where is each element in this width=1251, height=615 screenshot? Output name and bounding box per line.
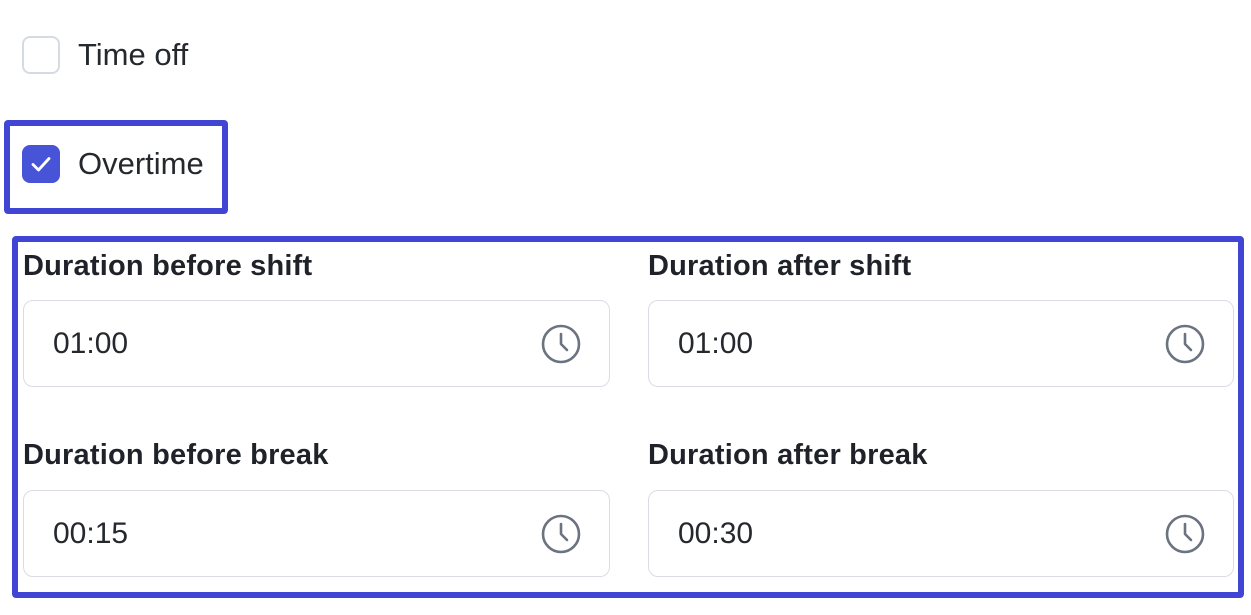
overtime-option[interactable]: Overtime bbox=[22, 145, 204, 183]
clock-icon[interactable] bbox=[539, 512, 583, 556]
duration-after-shift-value: 01:00 bbox=[678, 326, 754, 360]
duration-before-break-label: Duration before break bbox=[23, 439, 329, 471]
time-off-checkbox[interactable] bbox=[22, 36, 60, 74]
overtime-settings-panel: Time off Overtime Duration before shift … bbox=[0, 0, 1251, 615]
duration-before-shift-value: 01:00 bbox=[53, 326, 129, 360]
duration-after-shift-label: Duration after shift bbox=[648, 250, 912, 282]
duration-after-break-label: Duration after break bbox=[648, 439, 928, 471]
clock-icon[interactable] bbox=[539, 322, 583, 366]
time-off-label: Time off bbox=[78, 37, 189, 72]
checkmark-icon bbox=[31, 157, 51, 172]
duration-before-break-input[interactable]: 00:15 bbox=[23, 490, 610, 577]
duration-after-break-input[interactable]: 00:30 bbox=[648, 490, 1234, 577]
clock-icon[interactable] bbox=[1163, 322, 1207, 366]
duration-after-break-value: 00:30 bbox=[678, 516, 754, 550]
time-off-option[interactable]: Time off bbox=[22, 36, 188, 74]
overtime-label: Overtime bbox=[78, 146, 204, 181]
overtime-checkbox[interactable] bbox=[22, 145, 60, 183]
duration-before-break-value: 00:15 bbox=[53, 516, 129, 550]
duration-before-shift-label: Duration before shift bbox=[23, 250, 313, 282]
duration-after-shift-input[interactable]: 01:00 bbox=[648, 300, 1234, 387]
clock-icon[interactable] bbox=[1163, 512, 1207, 556]
duration-before-shift-input[interactable]: 01:00 bbox=[23, 300, 610, 387]
